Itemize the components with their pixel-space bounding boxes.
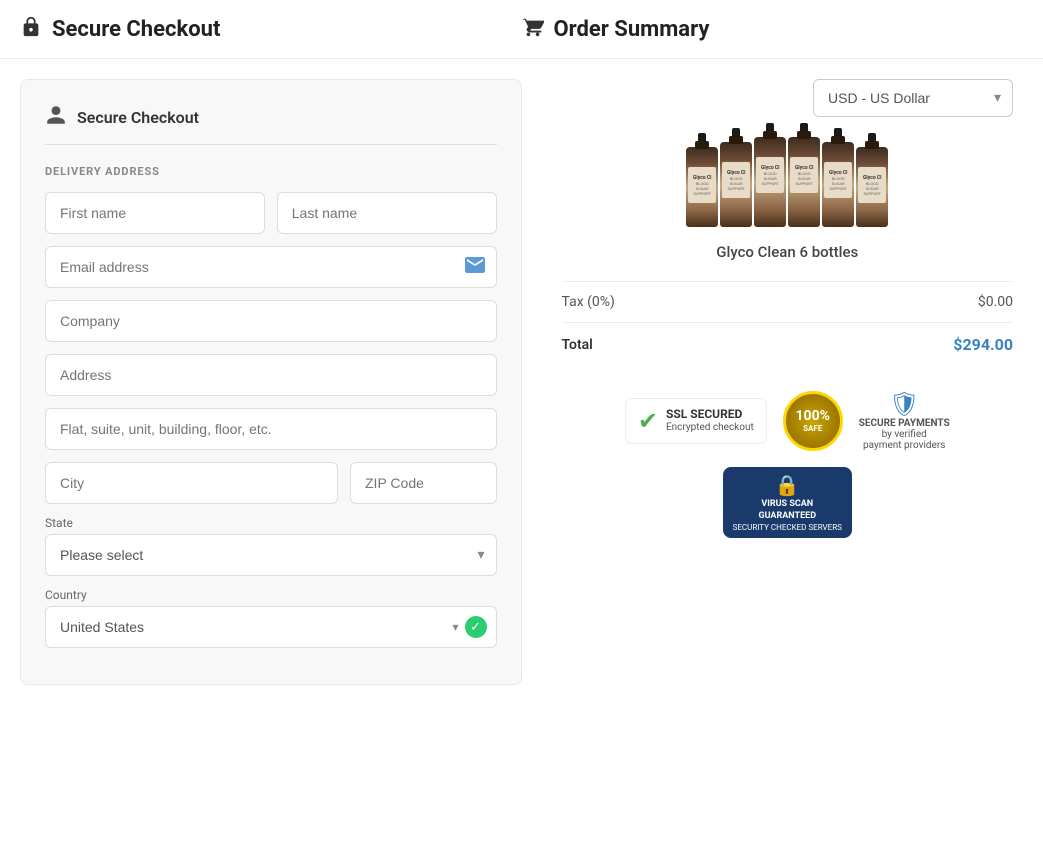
ssl-subtitle: Encrypted checkout bbox=[666, 421, 754, 434]
bottle-label-4: Glyco Cl BLOOD SUGAR SUPPORT bbox=[790, 157, 818, 193]
virus-scan-line1: VIRUS SCAN bbox=[761, 499, 813, 509]
ssl-badge: ✔ SSL SECURED Encrypted checkout bbox=[625, 398, 767, 444]
state-select[interactable]: Please select Alabama Alaska Arizona Cal… bbox=[45, 534, 497, 576]
safe-badge: 100% SAFE bbox=[783, 391, 843, 451]
city-zip-row bbox=[45, 462, 497, 504]
company-row bbox=[45, 300, 497, 342]
safe-text: SAFE bbox=[803, 424, 822, 433]
currency-selector: USD - US Dollar EUR - Euro GBP - British… bbox=[562, 79, 1014, 117]
state-group: State Please select Alabama Alaska Arizo… bbox=[45, 516, 497, 576]
flat-row bbox=[45, 408, 497, 450]
order-summary-panel: USD - US Dollar EUR - Euro GBP - British… bbox=[552, 79, 1024, 685]
city-input[interactable] bbox=[45, 462, 338, 504]
page-header: Secure Checkout Order Summary bbox=[0, 0, 1043, 59]
bottle-2: Glyco Cl BLOOD SUGAR SUPPORT bbox=[720, 142, 752, 227]
last-name-field bbox=[277, 192, 497, 234]
flat-field bbox=[45, 408, 497, 450]
bottle-label-2: Glyco Cl BLOOD SUGAR SUPPORT bbox=[722, 162, 750, 198]
country-select-wrapper: United States Canada United Kingdom Aust… bbox=[45, 606, 497, 648]
bottle-6: Glyco Cl BLOOD SUGAR SUPPORT bbox=[856, 147, 888, 227]
order-summary-title: Order Summary bbox=[554, 17, 710, 42]
ssl-check-icon: ✔ bbox=[638, 407, 658, 435]
tax-value: $0.00 bbox=[978, 294, 1013, 310]
country-label: Country bbox=[45, 588, 497, 602]
zip-input[interactable] bbox=[350, 462, 497, 504]
country-group: Country United States Canada United King… bbox=[45, 588, 497, 648]
address-input[interactable] bbox=[45, 354, 497, 396]
total-line: Total $294.00 bbox=[562, 322, 1014, 366]
flat-input[interactable] bbox=[45, 408, 497, 450]
main-layout: Secure Checkout DELIVERY ADDRESS bbox=[0, 59, 1043, 705]
country-select[interactable]: United States Canada United Kingdom Aust… bbox=[45, 606, 497, 648]
secure-payments-line2: by verified bbox=[882, 429, 927, 440]
last-name-input[interactable] bbox=[277, 192, 497, 234]
secure-checkout-title: Secure Checkout bbox=[52, 17, 220, 42]
bottle-3: Glyco Cl BLOOD SUGAR SUPPORT bbox=[754, 137, 786, 227]
state-label: State bbox=[45, 516, 497, 530]
first-name-field bbox=[45, 192, 265, 234]
product-name: Glyco Clean 6 bottles bbox=[562, 243, 1014, 261]
email-icon bbox=[465, 257, 485, 277]
header-right: Order Summary bbox=[522, 16, 1024, 42]
tax-label: Tax (0%) bbox=[562, 294, 615, 310]
lock-icon bbox=[20, 16, 42, 42]
product-image-area: Glyco Cl BLOOD SUGAR SUPPORT Glyco Cl BL… bbox=[562, 137, 1014, 227]
virus-scan-line2: GUARANTEED bbox=[758, 511, 816, 521]
company-input[interactable] bbox=[45, 300, 497, 342]
email-field-wrapper bbox=[45, 246, 497, 288]
panel-header: Secure Checkout bbox=[45, 104, 497, 145]
bottle-1: Glyco Cl BLOOD SUGAR SUPPORT bbox=[686, 147, 718, 227]
total-label: Total bbox=[562, 337, 593, 353]
bottle-4: Glyco Cl BLOOD SUGAR SUPPORT bbox=[788, 137, 820, 227]
secure-payments-line3: payment providers bbox=[863, 440, 945, 451]
tax-line: Tax (0%) $0.00 bbox=[562, 281, 1014, 322]
ssl-title: SSL SECURED bbox=[666, 407, 754, 421]
bottle-label-3: Glyco Cl BLOOD SUGAR SUPPORT bbox=[756, 157, 784, 193]
bottle-label-1: Glyco Cl BLOOD SUGAR SUPPORT bbox=[688, 167, 716, 203]
virus-scan-icon: 🔒 bbox=[775, 473, 800, 497]
secure-payments-badge: 🛡 SECURE PAYMENTS by verified payment pr… bbox=[859, 390, 950, 451]
bottle-label-6: Glyco Cl BLOOD SUGAR SUPPORT bbox=[858, 167, 886, 203]
address-field bbox=[45, 354, 497, 396]
ssl-text-block: SSL SECURED Encrypted checkout bbox=[666, 407, 754, 434]
checkout-form-panel: Secure Checkout DELIVERY ADDRESS bbox=[20, 79, 522, 685]
panel-title: Secure Checkout bbox=[77, 108, 199, 127]
name-row bbox=[45, 192, 497, 234]
address-row bbox=[45, 354, 497, 396]
email-input[interactable] bbox=[45, 246, 497, 288]
cart-icon bbox=[522, 16, 544, 42]
virus-scan-line3: SECURITY CHECKED SERVERS bbox=[733, 523, 842, 532]
currency-select[interactable]: USD - US Dollar EUR - Euro GBP - British… bbox=[813, 79, 1013, 117]
city-field bbox=[45, 462, 338, 504]
bottle-label-5: Glyco Cl BLOOD SUGAR SUPPORT bbox=[824, 162, 852, 198]
person-icon bbox=[45, 104, 67, 130]
currency-select-wrapper: USD - US Dollar EUR - Euro GBP - British… bbox=[813, 79, 1013, 117]
first-name-input[interactable] bbox=[45, 192, 265, 234]
trust-badges: ✔ SSL SECURED Encrypted checkout 100% SA… bbox=[562, 390, 1014, 538]
virus-scan-badge: 🔒 VIRUS SCAN GUARANTEED SECURITY CHECKED… bbox=[723, 467, 852, 538]
secure-payments-line1: SECURE PAYMENTS bbox=[859, 418, 950, 429]
company-field bbox=[45, 300, 497, 342]
zip-field bbox=[350, 462, 497, 504]
product-bottles: Glyco Cl BLOOD SUGAR SUPPORT Glyco Cl BL… bbox=[686, 137, 888, 227]
total-value: $294.00 bbox=[953, 335, 1013, 354]
delivery-address-label: DELIVERY ADDRESS bbox=[45, 165, 497, 178]
bottle-5: Glyco Cl BLOOD SUGAR SUPPORT bbox=[822, 142, 854, 227]
safe-100-text: 100% bbox=[796, 408, 830, 424]
state-select-wrapper: Please select Alabama Alaska Arizona Cal… bbox=[45, 534, 497, 576]
shield-payments-icon: 🛡 bbox=[889, 390, 919, 418]
header-left: Secure Checkout bbox=[20, 16, 522, 42]
